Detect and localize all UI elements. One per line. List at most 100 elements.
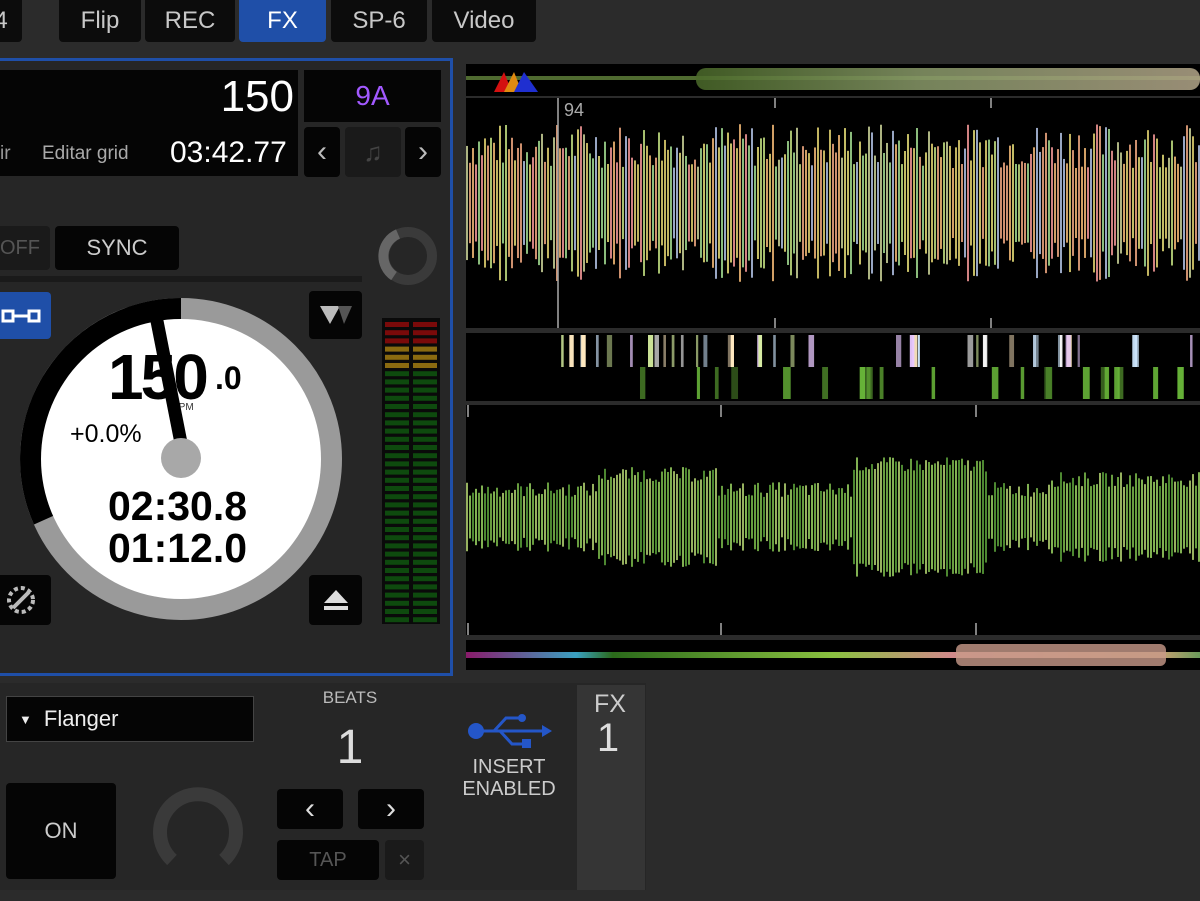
meter-segment [385,469,409,475]
waveform-bar [541,494,543,540]
meter-segment [385,428,409,434]
overview-waveform-second[interactable] [466,640,1200,670]
waveform-bar [1159,167,1161,239]
pitch-slider-track[interactable] [0,276,362,282]
waveform-bar [832,143,834,263]
meter-segment [413,404,437,409]
waveform-bar [724,145,726,261]
waveform-bar [538,140,540,266]
tab-sp6[interactable]: SP-6 [331,0,427,42]
waveform-bar [1060,472,1062,562]
waveform-bar [583,134,585,272]
waveform-bar [667,471,669,563]
key-lock-button[interactable]: ♫ [345,127,401,177]
meter-segment [413,354,437,360]
waveform-bar [949,464,951,570]
waveform-bar [736,490,738,544]
tab-fx[interactable]: FX [239,0,326,42]
edit-grid-button[interactable]: Editar grid [42,143,129,165]
deck-waveform-main[interactable] [466,98,1200,328]
beats-increase-button[interactable]: › [358,789,424,829]
eject-button[interactable] [309,575,362,625]
waveform-bar [973,130,975,276]
beats-decrease-button[interactable]: ‹ [277,789,343,829]
waveform-bar [766,492,768,542]
waveform-bar [1120,472,1122,562]
effect-select[interactable]: ▼ Flanger [6,696,254,742]
waveform-bar [865,153,867,253]
waveform-bar [706,144,708,262]
waveform-bar [1012,144,1014,262]
waveform-bar [505,124,507,282]
waveform-bar [643,130,645,276]
waveform-bar [511,492,513,542]
waveform-bar [820,149,822,257]
waveform-bar [526,152,528,254]
waveform-bar [532,157,534,249]
overview-waveform[interactable] [466,64,1200,96]
waveform-bar [622,469,624,565]
waveform-bar [892,457,894,577]
waveform-bar [1138,478,1140,556]
waveform-bar [487,486,489,548]
waveform-bar [1171,477,1173,557]
waveform-bar [634,475,636,559]
deck-waveform-second[interactable] [466,405,1200,635]
waveform-bar [835,494,837,540]
tap-button[interactable]: TAP [277,840,379,880]
waveform-bar [529,483,531,551]
edit-label[interactable]: ir [0,143,11,165]
clear-tap-button[interactable]: × [385,840,424,880]
waveform-bar [787,494,789,540]
sync-off-label: OFF [0,236,40,259]
reverse-button[interactable] [0,575,51,625]
waveform-bar [862,470,864,564]
waveform-bar [1138,157,1140,249]
beat-transient [822,367,829,399]
meter-segment [413,510,437,516]
waveform-bar [535,146,537,260]
fx-on-button[interactable]: ON [6,783,116,879]
waveform-bar [745,495,747,539]
tab-flip[interactable]: Flip [59,0,141,42]
waveform-bar [568,484,570,550]
meter-segment [413,363,437,368]
waveform-bar [1168,474,1170,560]
beat-transient [967,335,974,367]
key-down-button[interactable]: ‹ [304,127,340,177]
waveform-bar [631,467,633,567]
gain-knob[interactable] [376,224,440,288]
tab-4[interactable]: 4 [0,0,22,42]
waveform-bar [577,486,579,548]
spin-dial-icon [6,586,35,614]
waveform-bar [988,495,990,539]
fx-unit-number: 1 [596,716,620,760]
waveform-bar [727,488,729,546]
tab-rec[interactable]: REC [145,0,235,42]
waveform-bar [880,124,882,282]
meter-segment [413,494,437,500]
key-up-button[interactable]: › [405,127,441,177]
waveform-bar [781,157,783,249]
sync-button[interactable]: SYNC [55,226,179,270]
waveform-bar [946,141,948,265]
waveform-bar [853,469,855,565]
waveform-bar [1135,473,1137,561]
waveform-bar [1150,161,1152,245]
tab-video[interactable]: Video [432,0,536,42]
beat-grid-view [466,333,1200,401]
sync-off-button[interactable]: OFF [0,226,50,270]
waveform-bar [688,469,690,565]
fx-param-knob[interactable] [150,780,246,880]
beat-transient [581,335,586,367]
meter-segment [413,592,437,598]
waveform-bar [808,153,810,253]
waveform-bar [889,162,891,244]
waveform-bar [685,155,687,251]
waveform-bar [517,147,519,259]
meter-segment [413,412,437,418]
meter-segment [385,354,409,360]
waveform-bar [1066,163,1068,243]
waveform-bar [1012,494,1014,540]
waveform-bar [682,467,684,567]
